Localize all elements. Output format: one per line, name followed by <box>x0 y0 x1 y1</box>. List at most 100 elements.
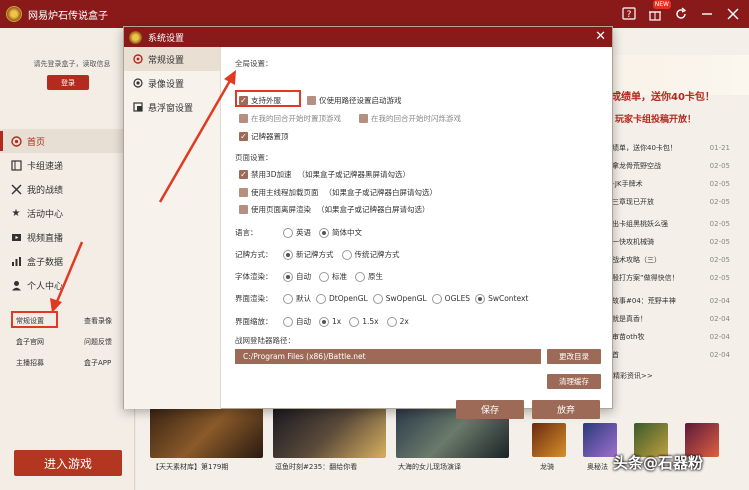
app-logo-icon <box>6 6 22 22</box>
hero-card[interactable] <box>532 423 566 457</box>
font-render-native[interactable]: 原生 <box>355 271 383 282</box>
video-caption[interactable]: 大海的女儿现场演译 <box>398 462 461 472</box>
checkbox-note: （如果盒子或记牌器白屏请勾选） <box>317 205 430 214</box>
ui-scale-1x[interactable]: 1x <box>319 316 341 327</box>
tracker-mode-classic[interactable]: 传统记牌方式 <box>341 249 400 260</box>
change-directory-button[interactable]: 更改目录 <box>547 349 601 364</box>
sidebar-item-decks[interactable]: 卡组速递 <box>0 153 135 177</box>
sidebar-item-label: 首页 <box>27 137 46 148</box>
login-button[interactable]: 登录 <box>47 75 89 90</box>
tracker-mode-new[interactable]: 新记牌方式 <box>283 249 334 260</box>
disable-3d-checkbox[interactable]: ✓ 禁用3D加速 （如果盒子或记牌器黑屏请勾选） <box>239 169 410 180</box>
news-date: 02-04 <box>709 351 730 359</box>
cancel-button[interactable]: 放弃 <box>532 400 600 419</box>
radio-icon <box>283 316 293 327</box>
radio-label: SwContext <box>488 294 529 303</box>
enter-game-button[interactable]: 进入游戏 <box>14 450 122 476</box>
news-item[interactable]: -JK手牌术 02-05 <box>612 175 730 193</box>
sidebar-link-recruit[interactable]: 主播招募 <box>16 358 44 368</box>
banner-text[interactable]: 成绩单，送你40卡包！ <box>611 88 715 103</box>
my-turn-flash-checkbox[interactable]: 在我的回合开始时闪烁游戏 <box>359 113 461 124</box>
news-item[interactable]: 出卡组黑桃妖么强 02-05 <box>612 215 730 233</box>
tab-floating-window-settings[interactable]: 悬浮窗设置 <box>124 95 220 119</box>
tab-label: 悬浮窗设置 <box>148 103 194 114</box>
tracker-mode-label: 记牌方式： <box>235 250 273 259</box>
refresh-icon[interactable] <box>671 4 691 24</box>
news-item[interactable]: 殷打方案”做得快信！ 02-05 <box>612 269 730 287</box>
ui-render-dtopengl[interactable]: DtOpenGL <box>316 293 368 304</box>
font-render-standard[interactable]: 标准 <box>319 271 347 282</box>
ui-render-swopengl[interactable]: SwOpenGL <box>372 293 427 304</box>
dialog-title-bar[interactable]: 系统设置 ✕ <box>124 27 612 47</box>
sidebar-item-label: 活动中心 <box>27 209 64 220</box>
sidebar-link-recording[interactable]: 查看录像 <box>84 316 112 326</box>
news-item[interactable]: 三章现已开放 02-05 <box>612 193 730 211</box>
news-title: -JK手牌术 <box>612 180 643 188</box>
ui-render-ogles[interactable]: OGLES <box>431 293 470 304</box>
sidebar-item-video[interactable]: 视频直播 <box>0 225 135 249</box>
video-thumbnail[interactable] <box>150 408 263 458</box>
sidebar-link-app[interactable]: 盒子APP <box>84 358 111 368</box>
dialog-close-icon[interactable]: ✕ <box>595 29 606 45</box>
minimize-icon[interactable] <box>697 4 717 24</box>
my-turn-top-checkbox[interactable]: 在我的回合开始时置顶游戏 <box>239 113 341 124</box>
radio-icon <box>316 293 326 304</box>
language-option-zh[interactable]: 简体中文 <box>319 227 362 238</box>
clear-cache-button[interactable]: 清理缓存 <box>547 374 601 389</box>
tab-recording-settings[interactable]: 录像设置 <box>124 71 220 95</box>
news-item[interactable]: 首 02-04 <box>612 346 730 364</box>
news-item[interactable]: 战术攻略（三） 02-05 <box>612 251 730 269</box>
news-title: 一快攻机械骑 <box>612 238 654 246</box>
help-icon[interactable]: ? <box>619 4 639 24</box>
ui-scale-1-5x[interactable]: 1.5x <box>349 316 379 327</box>
language-option-en[interactable]: 英语 <box>283 227 311 238</box>
path-only-checkbox[interactable]: 仅使用路径设置启动游戏 <box>307 95 402 106</box>
battlenet-path-field[interactable]: C:/Program Files (x86)/Battle.net <box>235 349 541 364</box>
news-item[interactable]: 就是真香！ 02-04 <box>612 310 730 328</box>
radio-label: DtOpenGL <box>329 294 368 303</box>
video-caption[interactable]: 逗鱼时刻#235：翻给你看 <box>275 462 357 472</box>
ui-scale-auto[interactable]: 自动 <box>283 316 311 327</box>
gift-icon[interactable]: NEW <box>645 0 671 24</box>
font-render-auto[interactable]: 自动 <box>283 271 311 282</box>
news-item[interactable]: 故事#04：荒野丰神 02-04 <box>612 292 730 310</box>
sidebar-link-feedback[interactable]: 问题反馈 <box>84 337 112 347</box>
offscreen-render-checkbox[interactable]: 使用页面离屏渲染 （如果盒子或记牌器白屏请勾选） <box>239 204 430 215</box>
ui-render-swcontext[interactable]: SwContext <box>475 293 529 304</box>
ui-scale-2x[interactable]: 2x <box>386 316 409 327</box>
news-title: 拿龙骨荒野空战 <box>612 162 661 170</box>
sidebar-item-data[interactable]: 盒子数据 <box>0 249 135 273</box>
save-button[interactable]: 保存 <box>456 400 524 419</box>
news-date: 02-05 <box>709 256 730 264</box>
hero-card[interactable] <box>583 423 617 457</box>
checkbox-unchecked-icon <box>239 114 248 123</box>
video-thumbnail[interactable] <box>273 408 386 458</box>
video-caption[interactable]: 【天天素材库】第179期 <box>152 462 228 472</box>
sidebar-item-records[interactable]: 我的战绩 <box>0 177 135 201</box>
sidebar-link-website[interactable]: 盒子官网 <box>16 337 44 347</box>
main-thread-checkbox[interactable]: 使用主线程加载页面 （如果盒子或记牌器白屏请勾选） <box>239 187 437 198</box>
tab-label: 录像设置 <box>148 79 185 90</box>
radio-icon <box>355 271 365 282</box>
sidebar-item-home[interactable]: 首页 <box>0 129 135 153</box>
news-item[interactable]: 一快攻机械骑 02-05 <box>612 233 730 251</box>
dialog-title: 系统设置 <box>148 33 185 44</box>
sidebar-item-events[interactable]: ★ 活动中心 <box>0 201 135 225</box>
highlight-box-settings <box>11 311 58 328</box>
highlight-box-support-outside <box>235 90 301 107</box>
news-item[interactable]: 拿龙骨荒野空战 02-05 <box>612 157 730 175</box>
close-icon[interactable] <box>723 4 743 24</box>
language-label: 语言： <box>235 228 258 237</box>
sidebar-item-label: 卡组速递 <box>27 161 64 172</box>
tracker-top-checkbox[interactable]: ✓ 记牌器置顶 <box>239 131 289 142</box>
tab-general-settings[interactable]: 常规设置 <box>124 47 220 71</box>
svg-text:?: ? <box>627 10 632 20</box>
news-item[interactable]: 绩单，送你40卡包！ 01-21 <box>612 139 730 157</box>
sidebar-item-profile[interactable]: 个人中心 <box>0 273 135 297</box>
banner-text-2[interactable]: 玩家卡组投稿开放！ <box>615 112 696 125</box>
more-news-link[interactable]: 精彩资讯>> <box>613 371 653 381</box>
news-item[interactable]: 审苗oth牧 02-04 <box>612 328 730 346</box>
title-bar: 网易炉石传说盒子 ? NEW <box>0 0 749 28</box>
login-tip: 请先登录盒子，读取信息 <box>33 60 111 68</box>
ui-render-default[interactable]: 默认 <box>283 293 311 304</box>
